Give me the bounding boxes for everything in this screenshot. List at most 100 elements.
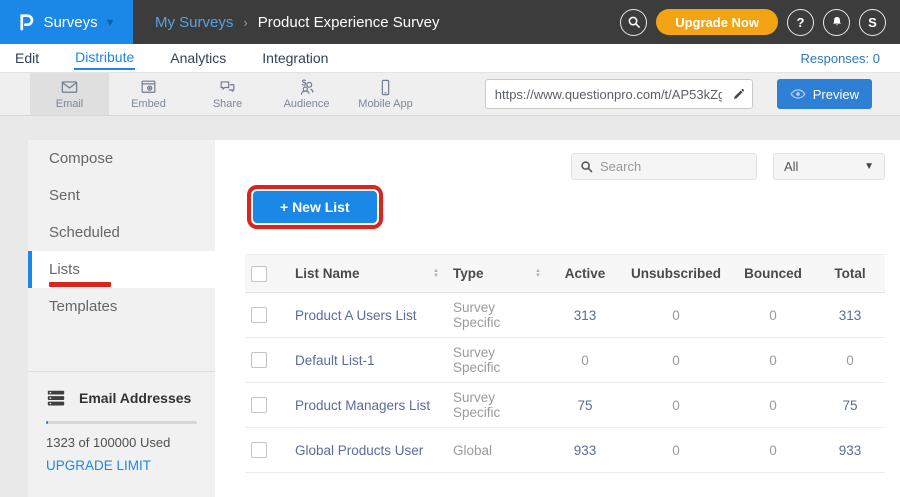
list-name-link[interactable]: Default List-1 xyxy=(295,353,375,368)
share-url-group: Preview xyxy=(485,73,900,115)
unsubscribed-count: 0 xyxy=(672,443,680,458)
top-bar: Surveys ▼ My Surveys › Product Experienc… xyxy=(0,0,900,44)
table-row: Global Products User Global 933 0 0 933 xyxy=(245,428,885,473)
channel-audience[interactable]: $ Audience xyxy=(267,73,346,115)
tab-integration[interactable]: Integration xyxy=(261,47,329,69)
mobile-phone-icon xyxy=(375,78,396,97)
lists-content: All ▼ + New List List Name ▲▼ xyxy=(215,140,900,497)
responses-count[interactable]: Responses: 0 xyxy=(801,51,887,66)
survey-url-field xyxy=(485,79,753,109)
breadcrumb-separator: › xyxy=(243,15,247,30)
search-input[interactable] xyxy=(600,159,748,174)
top-actions: Upgrade Now ? S xyxy=(620,9,900,36)
chevron-down-icon: ▼ xyxy=(105,17,116,29)
total-count[interactable]: 75 xyxy=(842,398,857,413)
bounced-count: 0 xyxy=(769,398,777,413)
survey-tab-bar: Edit Distribute Analytics Integration Re… xyxy=(0,44,900,72)
channel-mobile-app[interactable]: Mobile App xyxy=(346,73,425,115)
email-usage-progress xyxy=(46,421,197,424)
email-sidebar: Compose Sent Scheduled Lists Templates xyxy=(28,140,215,497)
breadcrumb: My Surveys › Product Experience Survey xyxy=(155,14,439,31)
distribute-channel-bar: Email Embed Share $ Audienc xyxy=(0,72,900,116)
email-usage-text: 1323 of 100000 Used xyxy=(46,435,197,450)
list-name-link[interactable]: Global Products User xyxy=(295,443,423,458)
unsubscribed-count: 0 xyxy=(672,353,680,368)
email-lists-panel: Compose Sent Scheduled Lists Templates xyxy=(28,140,870,497)
annotation-red-underline xyxy=(49,282,111,287)
upgrade-limit-link[interactable]: UPGRADE LIMIT xyxy=(46,458,197,473)
email-lists-table: List Name ▲▼ Type ▲▼ Active Unsubscribed… xyxy=(245,254,885,473)
annotation-highlight-ring: + New List xyxy=(247,185,383,229)
active-count[interactable]: 933 xyxy=(574,443,597,458)
row-checkbox[interactable] xyxy=(251,442,267,458)
email-usage-progress-fill xyxy=(46,421,48,424)
breadcrumb-my-surveys[interactable]: My Surveys xyxy=(155,14,233,31)
new-list-row: + New List xyxy=(245,185,885,229)
active-count[interactable]: 75 xyxy=(577,398,592,413)
filters-row: All ▼ xyxy=(245,153,885,180)
sidebar-item-lists[interactable]: Lists xyxy=(28,251,215,288)
bounced-count: 0 xyxy=(769,443,777,458)
list-search-box xyxy=(571,153,757,180)
notifications-bell-icon[interactable] xyxy=(823,9,850,36)
svg-text:$: $ xyxy=(302,78,307,88)
audience-dollar-people-icon: $ xyxy=(296,78,317,97)
sidebar-item-compose[interactable]: Compose xyxy=(28,140,215,177)
list-filter-dropdown[interactable]: All ▼ xyxy=(773,153,885,180)
surveys-product-menu[interactable]: Surveys ▼ xyxy=(0,0,133,44)
column-header-bounced: Bounced xyxy=(731,255,815,293)
help-icon[interactable]: ? xyxy=(787,9,814,36)
channel-share[interactable]: Share xyxy=(188,73,267,115)
survey-title: Product Experience Survey xyxy=(258,14,440,31)
search-icon[interactable] xyxy=(620,9,647,36)
main-area: Compose Sent Scheduled Lists Templates xyxy=(0,116,900,497)
unsubscribed-count: 0 xyxy=(672,398,680,413)
list-name-link[interactable]: Product A Users List xyxy=(295,308,417,323)
column-header-type[interactable]: Type ▲▼ xyxy=(447,255,549,293)
row-checkbox[interactable] xyxy=(251,307,267,323)
chevron-down-icon: ▼ xyxy=(864,161,874,172)
select-all-checkbox[interactable] xyxy=(251,266,267,282)
tab-analytics[interactable]: Analytics xyxy=(169,47,227,69)
address-list-icon xyxy=(46,388,66,408)
email-addresses-section: Email Addresses 1323 of 100000 Used UPGR… xyxy=(28,372,215,473)
search-icon-small xyxy=(580,160,593,173)
eye-icon xyxy=(790,88,806,100)
questionpro-logo-icon xyxy=(17,11,36,33)
row-checkbox[interactable] xyxy=(251,397,267,413)
preview-label: Preview xyxy=(813,87,859,102)
table-row: Product Managers List Survey Specific 75… xyxy=(245,383,885,428)
upgrade-now-button[interactable]: Upgrade Now xyxy=(656,9,778,35)
sidebar-item-sent[interactable]: Sent xyxy=(28,177,215,214)
sidebar-item-scheduled[interactable]: Scheduled xyxy=(28,214,215,251)
active-count[interactable]: 313 xyxy=(574,308,597,323)
sort-icon[interactable]: ▲▼ xyxy=(433,269,439,279)
bounced-count: 0 xyxy=(769,353,777,368)
channel-email[interactable]: Email xyxy=(30,73,109,115)
email-envelope-icon xyxy=(59,78,80,97)
list-name-link[interactable]: Product Managers List xyxy=(295,398,430,413)
new-list-button[interactable]: + New List xyxy=(253,191,377,223)
survey-url-input[interactable] xyxy=(486,87,726,102)
sidebar-item-templates[interactable]: Templates xyxy=(28,288,215,325)
tab-distribute[interactable]: Distribute xyxy=(74,46,135,70)
row-checkbox[interactable] xyxy=(251,352,267,368)
email-addresses-title: Email Addresses xyxy=(79,390,191,406)
tab-edit[interactable]: Edit xyxy=(14,47,40,69)
avatar[interactable]: S xyxy=(859,9,886,36)
sort-icon[interactable]: ▲▼ xyxy=(535,269,541,279)
total-count[interactable]: 933 xyxy=(839,443,862,458)
table-row: Default List-1 Survey Specific 0 0 0 0 xyxy=(245,338,885,383)
column-header-list-name[interactable]: List Name ▲▼ xyxy=(289,255,447,293)
preview-button[interactable]: Preview xyxy=(777,79,872,109)
table-header-row: List Name ▲▼ Type ▲▼ Active Unsubscribed… xyxy=(245,255,885,293)
column-header-unsubscribed: Unsubscribed xyxy=(621,255,731,293)
channel-embed[interactable]: Embed xyxy=(109,73,188,115)
filter-selected-value: All xyxy=(784,159,798,174)
edit-url-pencil-icon[interactable] xyxy=(726,87,752,102)
total-count[interactable]: 313 xyxy=(839,308,862,323)
table-row: Product A Users List Survey Specific 313… xyxy=(245,293,885,338)
unsubscribed-count: 0 xyxy=(672,308,680,323)
total-count: 0 xyxy=(846,353,854,368)
product-label: Surveys xyxy=(43,14,97,31)
